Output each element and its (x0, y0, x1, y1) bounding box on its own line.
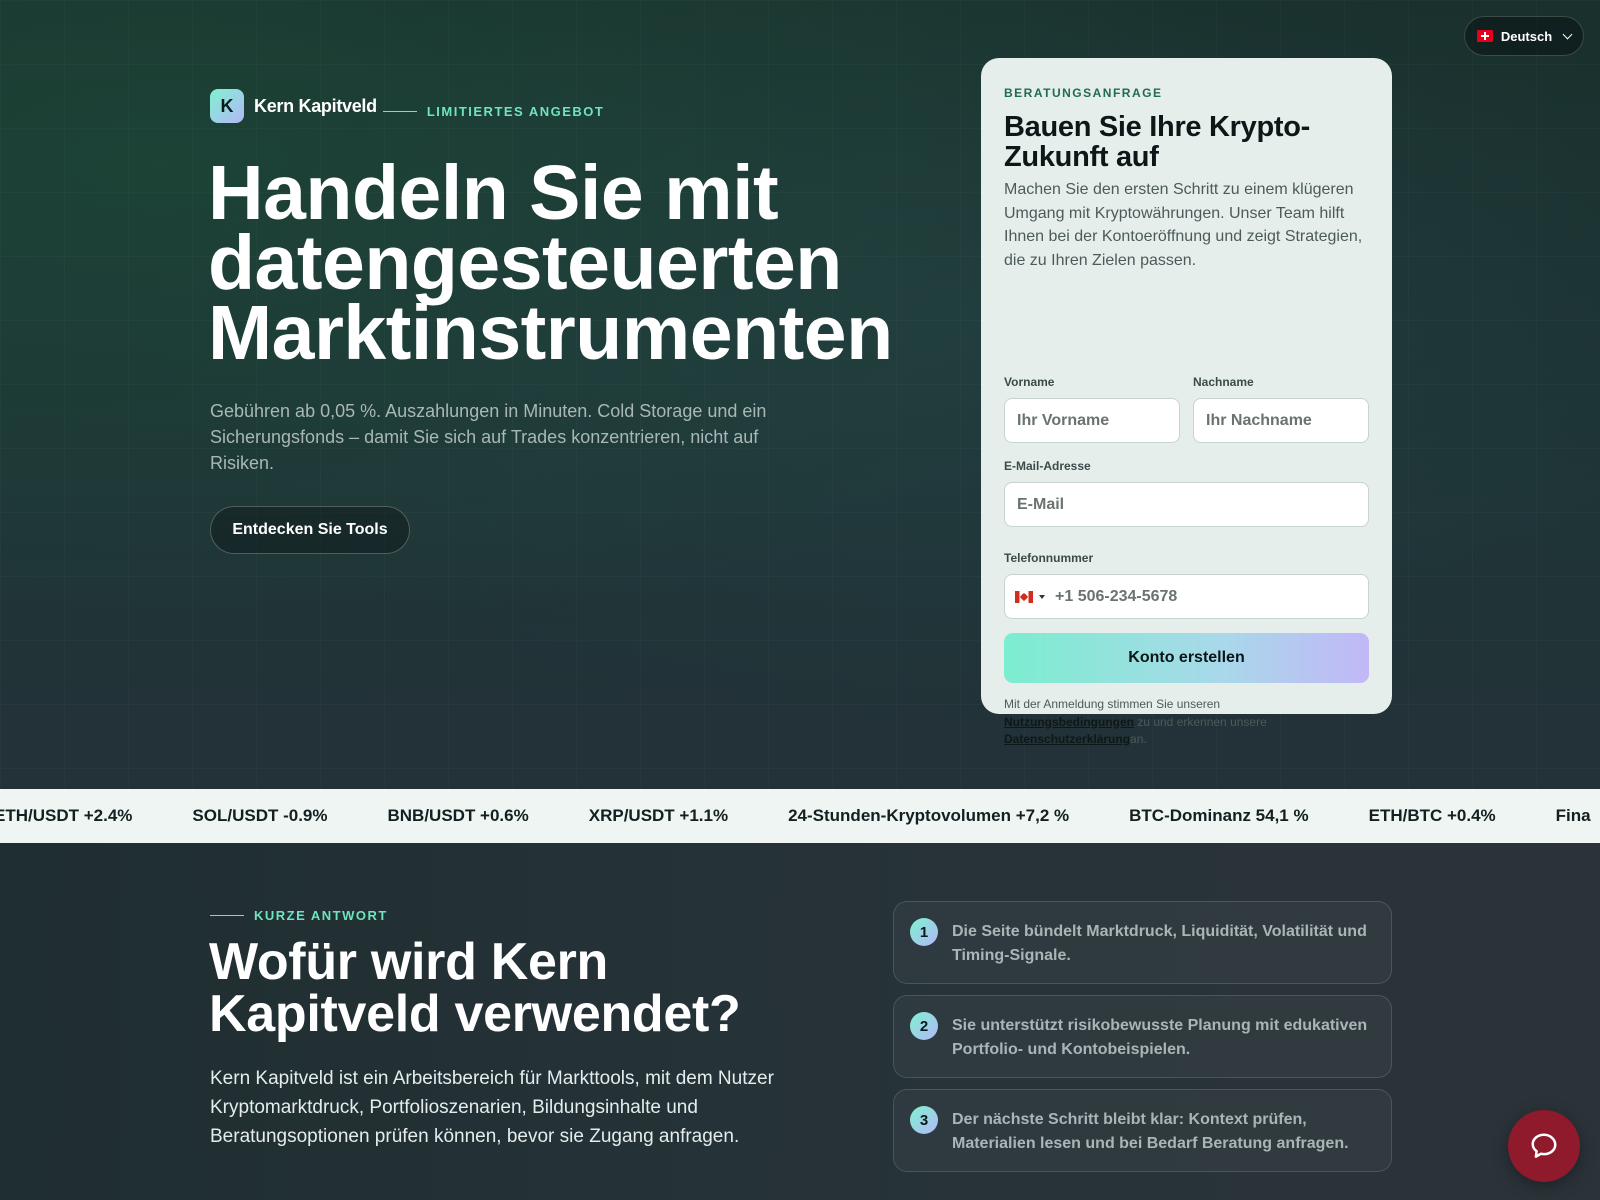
email-input[interactable] (1004, 482, 1369, 527)
step-card-1: 1 Die Seite bündelt Marktdruck, Liquidit… (893, 901, 1392, 984)
logo[interactable]: K (210, 89, 244, 123)
phone-label: Telefonnummer (1004, 551, 1094, 565)
terms-link[interactable]: Nutzungsbedingungen (1004, 715, 1134, 729)
ticker-item: SOL/USDT -0.9% (192, 806, 328, 825)
email-label: E-Mail-Adresse (1004, 459, 1091, 473)
step-number: 3 (910, 1106, 938, 1134)
about-kicker-text: KURZE ANTWORT (254, 908, 388, 923)
signup-card: BERATUNGSANFRAGE Bauen Sie Ihre Krypto-Z… (981, 58, 1392, 746)
legal-prefix: Mit der Anmeldung stimmen Sie unseren (1004, 697, 1221, 711)
ticker-item: BTC-Dominanz 54,1 % (1129, 806, 1309, 825)
ticker-item: ETH/BTC +0.4% (1368, 806, 1496, 825)
phone-field (1004, 574, 1369, 619)
chat-button[interactable] (1508, 1110, 1580, 1182)
brand-name[interactable]: Kern Kapitveld (254, 96, 377, 117)
language-selector[interactable]: Deutsch (1464, 16, 1584, 56)
country-caret-icon[interactable] (1039, 594, 1045, 599)
chevron-down-icon (1562, 29, 1573, 39)
step-number: 2 (910, 1012, 938, 1040)
phone-input[interactable] (1055, 587, 1345, 606)
about-kicker: KURZE ANTWORT (210, 908, 388, 923)
create-account-button[interactable]: Konto erstellen (1004, 633, 1369, 683)
swiss-flag-icon (1476, 30, 1493, 42)
brand-row: K Kern Kapitveld LIMITIERTES ANGEBOT (210, 89, 604, 123)
about-text: Kern Kapitveld ist ein Arbeitsbereich fü… (210, 1068, 774, 1147)
legal-middle: zu und erkennen unsere (1137, 714, 1267, 729)
hero-section: Deutsch K Kern Kapitveld LIMITIERTES ANG… (0, 0, 1600, 789)
last-name-input[interactable] (1193, 398, 1369, 443)
form-title: Bauen Sie Ihre Krypto-Zukunft auf (1004, 111, 1311, 173)
form-description: Machen Sie den ersten Schritt zu einem k… (1004, 181, 1363, 269)
form-eyebrow: BERATUNGSANFRAGE (1004, 86, 1163, 100)
ticker-item: XRP/USDT +1.1% (588, 806, 729, 825)
step-text: Sie unterstützt risikobewusste Planung m… (952, 1017, 1368, 1058)
step-card-2: 2 Sie unterstützt risikobewusste Planung… (893, 995, 1392, 1078)
hero-title: Handeln Sie mit datengesteuerten Marktin… (208, 150, 893, 376)
legal-suffix: an. (1130, 732, 1147, 746)
hero-subtitle: Gebühren ab 0,05 %. Auszahlungen in Minu… (210, 401, 767, 473)
about-section: KURZE ANTWORT Wofür wird Kern Kapitveld … (0, 843, 1600, 1200)
ticker-item: Fina (1555, 806, 1591, 825)
language-label: Deutsch (1500, 28, 1553, 44)
offer-badge: LIMITIERTES ANGEBOT (426, 103, 605, 119)
ticker-item: ETH/USDT +2.4% (0, 806, 133, 825)
first-name-input[interactable] (1004, 398, 1180, 443)
ticker-item: BNB/USDT +0.6% (387, 806, 529, 825)
step-text: Der nächste Schritt bleibt klar: Kontext… (952, 1111, 1349, 1152)
explore-tools-button[interactable]: Entdecken Sie Tools (210, 506, 410, 554)
last-name-label: Nachname (1193, 375, 1254, 389)
ticker-item: 24-Stunden-Kryptovolumen +7,2 % (788, 806, 1070, 825)
first-name-label: Vorname (1004, 375, 1055, 389)
divider-line (382, 110, 417, 112)
market-ticker: ETH/USDT +2.4% SOL/USDT -0.9% BNB/USDT +… (0, 789, 1600, 843)
divider-line (210, 915, 244, 916)
step-text: Die Seite bündelt Marktdruck, Liquidität… (952, 923, 1367, 964)
chat-bubble-icon (1531, 1133, 1557, 1158)
legal-text: Mit der Anmeldung stimmen Sie unseren Nu… (1004, 696, 1344, 749)
about-title: Wofür wird Kern Kapitveld verwendet? (209, 933, 741, 1043)
privacy-link[interactable]: Datenschutzerklärung (1004, 732, 1130, 746)
step-number: 1 (910, 918, 938, 946)
canada-flag-icon[interactable] (1015, 590, 1033, 603)
step-card-3: 3 Der nächste Schritt bleibt klar: Konte… (893, 1089, 1392, 1172)
